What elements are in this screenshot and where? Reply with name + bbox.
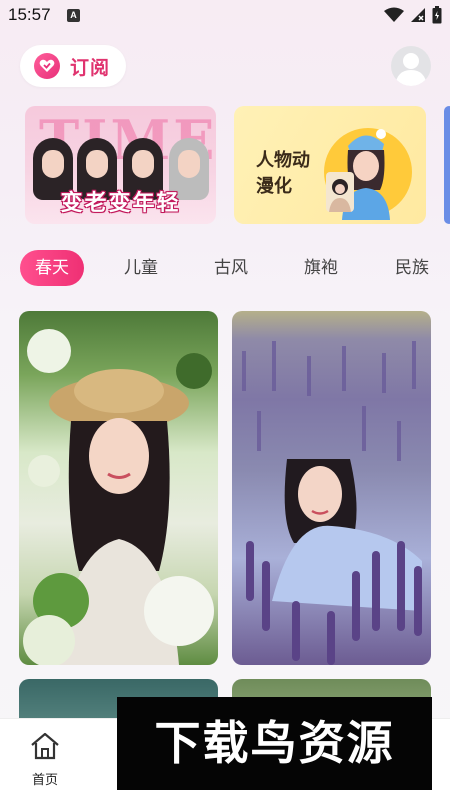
- tab-spring[interactable]: 春天: [20, 250, 84, 286]
- portrait-photo: [242, 341, 422, 665]
- subscribe-heart-icon: [34, 53, 60, 79]
- category-tabs: 春天 儿童 古风 旗袍 民族: [0, 250, 450, 286]
- notification-icon: A: [67, 9, 80, 22]
- banner-anime[interactable]: 人物动漫化: [234, 106, 426, 224]
- tab-ancient-style[interactable]: 古风: [208, 250, 254, 286]
- wifi-icon: [384, 7, 404, 22]
- nav-home-label: 首页: [31, 773, 58, 788]
- banner-age-transform[interactable]: TIME 变老变年轻: [25, 106, 216, 224]
- tab-ethnic[interactable]: 民族: [389, 250, 435, 286]
- user-icon: [395, 53, 427, 86]
- battery-icon: [432, 6, 442, 24]
- home-icon: [31, 732, 59, 760]
- subscribe-label: 订阅: [70, 56, 111, 79]
- signal-icon: [411, 8, 425, 22]
- banner-title: 人物动漫化: [256, 150, 310, 197]
- banner-next-peek[interactable]: [444, 106, 450, 224]
- avatar[interactable]: [391, 46, 431, 86]
- template-card[interactable]: [19, 311, 218, 665]
- nav-home[interactable]: 首页: [22, 731, 68, 788]
- status-bar: 15:57 A: [0, 0, 450, 32]
- small-portrait: [326, 172, 354, 212]
- status-icons: [384, 6, 442, 24]
- tab-children[interactable]: 儿童: [118, 250, 164, 286]
- subscribe-button[interactable]: 订阅: [20, 45, 126, 87]
- tab-qipao[interactable]: 旗袍: [298, 250, 344, 286]
- portrait-photo: [23, 329, 214, 665]
- template-card[interactable]: [232, 311, 431, 665]
- banner-title: 变老变年轻: [60, 191, 181, 216]
- watermark: 下载鸟资源: [117, 697, 432, 790]
- status-time: 15:57: [8, 5, 51, 24]
